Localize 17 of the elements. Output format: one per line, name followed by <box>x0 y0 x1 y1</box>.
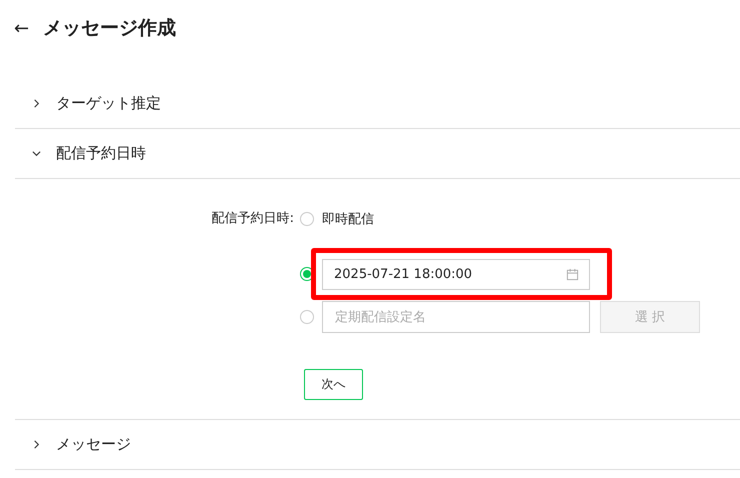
chevron-icon <box>32 99 41 108</box>
radio-button[interactable] <box>300 310 314 324</box>
back-button[interactable]: ← <box>14 18 30 38</box>
chevron-icon <box>32 440 41 449</box>
chevron-icon <box>32 149 41 158</box>
preset-name-field[interactable]: 定期配信設定名 <box>322 301 590 333</box>
next-button[interactable]: 次へ <box>304 369 363 400</box>
datetime-field[interactable]: 2025-07-21 18:00:00 <box>322 258 590 290</box>
section-header[interactable]: ターゲット推定 <box>15 79 740 129</box>
section-header[interactable]: メッセージ <box>15 420 740 470</box>
option-label[interactable]: 即時配信 <box>322 210 374 228</box>
section-header[interactable]: 配信予約日時 <box>15 129 740 179</box>
field-label: 配信予約日時: <box>210 210 295 228</box>
radio-button[interactable] <box>300 212 314 226</box>
calendar-icon <box>566 268 579 280</box>
page-title: メッセージ作成 <box>43 16 176 41</box>
radio-button[interactable] <box>300 267 314 281</box>
